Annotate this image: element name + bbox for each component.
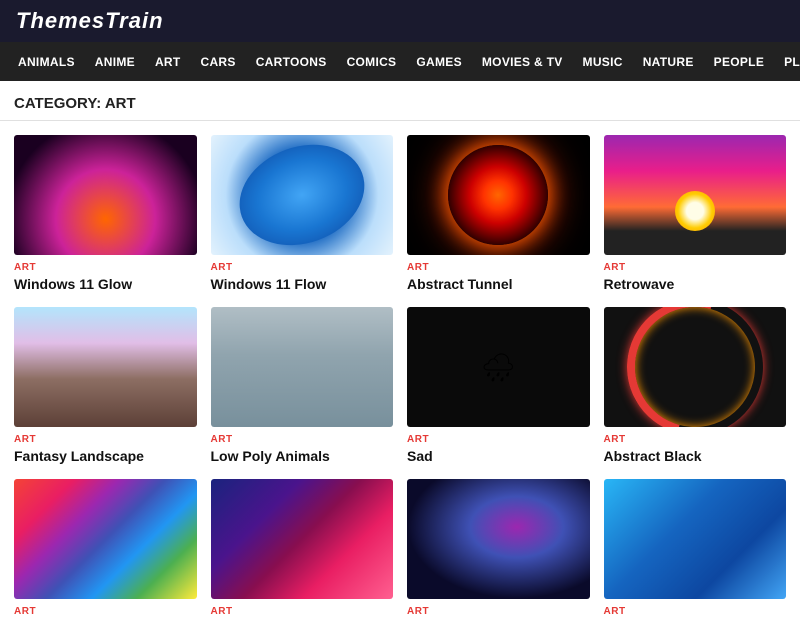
card-badge: ART [407,434,590,445]
logo-text: ThemesTrain [16,8,164,33]
card-item[interactable]: ART Windows 11 Glow [14,135,197,293]
card-grid: ARTWindows 11 GlowARTWindows 11 FlowARTA… [0,131,800,633]
card-badge: ART [604,434,787,445]
card-item[interactable]: ART Abstract Tunnel [407,135,590,293]
card-thumbnail [14,135,197,255]
main-nav: ANIMALSANIMEARTCARSCARTOONSCOMICSGAMESMO… [0,42,800,81]
card-thumbnail [407,135,590,255]
card-thumbnail [14,307,197,427]
card-item[interactable]: ART Abstract Black [604,307,787,465]
card-thumbnail [604,135,787,255]
nav-item-animals[interactable]: ANIMALS [8,45,85,79]
card-title: Fantasy Landscape [14,447,197,465]
card-item[interactable]: ART Windows 11 Flow [211,135,394,293]
nav-item-cartoons[interactable]: CARTOONS [246,45,337,79]
card-title: Abstract Black [604,447,787,465]
nav-item-nature[interactable]: NATURE [633,45,704,79]
card-item[interactable]: ART [604,479,787,619]
card-title: Windows 11 Glow [14,275,197,293]
card-title: Low Poly Animals [211,447,394,465]
card-badge: ART [14,434,197,445]
card-thumbnail [211,135,394,255]
nav-item-comics[interactable]: COMICS [337,45,407,79]
card-item[interactable]: ART Retrowave [604,135,787,293]
category-title: CATEGORY: ART [0,81,800,121]
card-title: Retrowave [604,275,787,293]
card-title: Windows 11 Flow [211,275,394,293]
card-thumbnail [604,307,787,427]
nav-item-games[interactable]: GAMES [406,45,472,79]
card-badge: ART [211,262,394,273]
card-item[interactable]: ART [407,479,590,619]
card-badge: ART [211,606,394,617]
card-badge: ART [211,434,394,445]
site-header: ThemesTrain [0,0,800,42]
card-badge: ART [407,606,590,617]
card-badge: ART [604,262,787,273]
card-item[interactable]: ART [14,479,197,619]
nav-item-cars[interactable]: CARS [191,45,246,79]
nav-item-movies-&-tv[interactable]: MOVIES & TV [472,45,573,79]
nav-item-places[interactable]: PLACES [774,45,800,79]
card-badge: ART [14,606,197,617]
nav-item-music[interactable]: MUSIC [573,45,633,79]
nav-item-art[interactable]: ART [145,45,191,79]
card-item[interactable]: ART Low Poly Animals [211,307,394,465]
card-title: Sad [407,447,590,465]
card-item[interactable]: ART Sad [407,307,590,465]
card-badge: ART [14,262,197,273]
card-title: Abstract Tunnel [407,275,590,293]
card-badge: ART [604,606,787,617]
card-thumbnail [211,307,394,427]
card-item[interactable]: ART [211,479,394,619]
nav-item-anime[interactable]: ANIME [85,45,145,79]
card-thumbnail [14,479,197,599]
card-badge: ART [407,262,590,273]
card-thumbnail [407,479,590,599]
card-thumbnail [407,307,590,427]
card-item[interactable]: ART Fantasy Landscape [14,307,197,465]
nav-item-people[interactable]: PEOPLE [704,45,774,79]
site-logo[interactable]: ThemesTrain [16,8,164,34]
card-thumbnail [604,479,787,599]
card-thumbnail [211,479,394,599]
